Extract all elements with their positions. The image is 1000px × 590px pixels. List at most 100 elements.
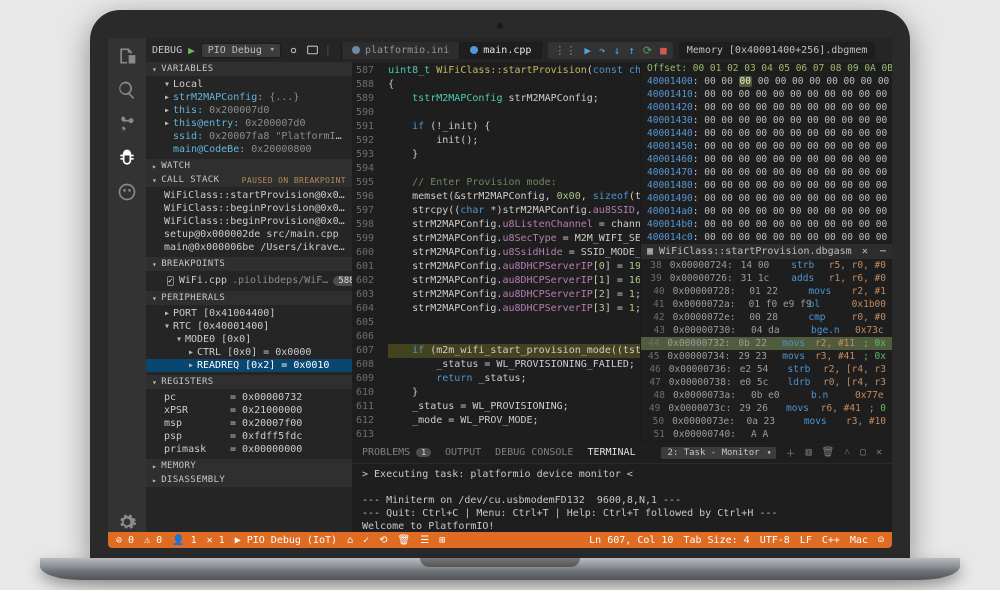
tab-main-cpp[interactable]: main.cpp xyxy=(460,42,542,59)
terminal-max-icon[interactable]: ▢ xyxy=(860,447,866,458)
asm-row: 490x0000073c:29 26movsr6, #41; 0 xyxy=(641,402,892,415)
peripheral-row[interactable]: ▸READREQ [0x2] = 0x0010 xyxy=(146,359,352,372)
peripheral-row[interactable]: ▸CTRL [0x0] = 0x0000 xyxy=(146,346,352,359)
disassembly-view[interactable]: 380x00000724:14 00strbr5, r0, #0390x0000… xyxy=(641,259,892,441)
register-row[interactable]: primask = 0x00000000 xyxy=(146,443,352,456)
status-item[interactable]: 👤 1 xyxy=(172,535,197,546)
peripheral-row[interactable]: ▾MODE0 [0x0] xyxy=(146,333,352,346)
settings-icon[interactable] xyxy=(117,512,137,532)
tab-output[interactable]: OUTPUT xyxy=(445,447,481,458)
step-over-button[interactable]: ↷ xyxy=(599,44,606,57)
variable-row[interactable]: ▸this@entry: 0x200007d0 xyxy=(146,117,352,130)
terminal-dropdown[interactable]: 2: Task - Monitor xyxy=(661,447,775,459)
status-item[interactable]: ⊘ 0 xyxy=(116,535,134,546)
memory-row: 40001400: 00 00 00 00 00 00 00 00 00 00 … xyxy=(641,75,892,88)
terminal-up-icon[interactable]: ˄ xyxy=(844,447,850,458)
disassembly-header[interactable]: ▸DISASSEMBLY xyxy=(146,473,352,487)
continue-button[interactable]: ▶ xyxy=(584,44,591,57)
status-item[interactable]: LF xyxy=(800,535,812,546)
tab-terminal[interactable]: TERMINAL xyxy=(587,447,635,458)
mode-label: DEBUG xyxy=(152,45,182,56)
watch-header[interactable]: ▸WATCH xyxy=(146,159,352,173)
status-item[interactable]: Mac xyxy=(850,535,868,546)
status-item[interactable]: Ln 607, Col 10 xyxy=(589,535,673,546)
search-icon[interactable] xyxy=(117,80,137,100)
tab-debug-console[interactable]: DEBUG CONSOLE xyxy=(495,447,573,458)
callstack-row[interactable]: WiFiClass::startProvision@0x000007… xyxy=(146,189,352,202)
callstack-row[interactable]: WiFiClass::beginProvision@0x000000… xyxy=(146,202,352,215)
register-row[interactable]: xPSR = 0x21000000 xyxy=(146,404,352,417)
asm-row: 470x00000738:e0 5cldrbr0, [r4, r3 xyxy=(641,376,892,389)
checkbox[interactable]: ✓ xyxy=(167,276,174,286)
asm-row: 390x00000726:31 1caddsr1, r6, #0 xyxy=(641,272,892,285)
scm-icon[interactable] xyxy=(117,114,137,134)
console-icon[interactable] xyxy=(306,44,319,57)
status-item[interactable]: C++ xyxy=(822,535,840,546)
local-header[interactable]: ▾Local xyxy=(146,78,352,91)
step-out-button[interactable]: ↑ xyxy=(628,44,635,57)
status-item[interactable]: ⟲ xyxy=(379,535,387,546)
status-item[interactable]: ⊞ xyxy=(439,535,445,546)
variable-row[interactable]: ▸this: 0x200007d0 xyxy=(146,104,352,117)
variables-header[interactable]: ▾VARIABLES xyxy=(146,62,352,76)
terminal-trash-icon[interactable]: 🗑 xyxy=(822,447,835,458)
callstack-row[interactable]: WiFiClass::beginProvision@0x000000… xyxy=(146,215,352,228)
files-icon[interactable] xyxy=(117,46,137,66)
stop-button[interactable]: ■ xyxy=(660,44,667,57)
memory-row: 400014a0: 00 00 00 00 00 00 00 00 00 00 … xyxy=(641,205,892,218)
peripheral-row[interactable]: ▾RTC [0x40001400] xyxy=(146,320,352,333)
restart-button[interactable]: ⟳ xyxy=(643,44,652,57)
status-item[interactable]: ✕ 1 xyxy=(207,535,225,546)
status-item[interactable]: Tab Size: 4 xyxy=(683,535,749,546)
debug-icon[interactable] xyxy=(117,148,137,168)
debug-controls: ⋮⋮ ▶ ↷ ↓ ↑ ⟳ ■ xyxy=(548,42,672,59)
asm-row: 500x0000073e:0a 23movsr3, #10 xyxy=(641,415,892,428)
terminal-close-icon[interactable]: ✕ xyxy=(876,447,882,458)
callstack-header[interactable]: ▾CALL STACKPAUSED ON BREAKPOINT xyxy=(146,173,352,187)
terminal-split-icon[interactable]: ▥ xyxy=(806,447,812,458)
gear-icon[interactable] xyxy=(287,44,300,57)
memory-row: 40001420: 00 00 00 00 00 00 00 00 00 00 … xyxy=(641,101,892,114)
asm-row: 440x00000732:0b 22movsr2, #11; 0x xyxy=(641,337,892,350)
status-item[interactable]: 🗑 xyxy=(398,535,411,546)
memory-header[interactable]: ▸MEMORY xyxy=(146,459,352,473)
peripheral-row[interactable]: ▸PORT [0x41004400] xyxy=(146,307,352,320)
registers-header[interactable]: ▾REGISTERS xyxy=(146,375,352,389)
asm-row: 480x0000073a:0b e0b.n0x77e xyxy=(641,389,892,402)
status-item[interactable]: ☺ xyxy=(878,535,884,546)
top-bar: DEBUG ▶ PIO Debug | platformio.ini main.… xyxy=(146,38,892,62)
variable-row[interactable]: main@CodeBe: 0x20000800 xyxy=(146,143,352,156)
callstack-row[interactable]: setup@0x000002de src/main.cpp xyxy=(146,228,352,241)
terminal-add-icon[interactable]: ＋ xyxy=(786,445,796,460)
step-into-button[interactable]: ↓ xyxy=(614,44,621,57)
callstack-row[interactable]: main@0x000006be /Users/ikravets… xyxy=(146,241,352,254)
memory-view[interactable]: Offset: 00 01 02 03 04 05 06 07 08 09 0A… xyxy=(641,62,892,244)
status-item[interactable]: ⌂ xyxy=(347,535,353,546)
register-row[interactable]: msp = 0x20007f00 xyxy=(146,417,352,430)
status-item[interactable]: ⚠ 0 xyxy=(144,535,162,546)
status-item[interactable]: UTF-8 xyxy=(760,535,790,546)
variable-row[interactable]: ▸strM2MAPConfig: {...} xyxy=(146,91,352,104)
code-editor[interactable]: 5875885895905915925935945955965975985996… xyxy=(352,62,640,441)
asm-row: 460x00000736:e2 54strbr2, [r4, r3 xyxy=(641,363,892,376)
status-item[interactable]: ☰ xyxy=(420,535,429,546)
asm-tab[interactable]: ▦WiFiClass::startProvision.dbgasm✕ ⋯ xyxy=(641,244,892,259)
start-debug-button[interactable]: ▶ xyxy=(188,44,195,57)
variable-row[interactable]: ssid: 0x20007fa8 "PlatformIO-31…" xyxy=(146,130,352,143)
memory-tab[interactable]: Memory [0x40001400+256].dbgmem xyxy=(679,42,876,59)
tab-problems[interactable]: PROBLEMS 1 xyxy=(362,447,431,458)
breakpoint-row[interactable]: ✓ WiFi.cpp .piolibdeps/WiF… 588 xyxy=(146,273,352,288)
breakpoints-header[interactable]: ▾BREAKPOINTS xyxy=(146,257,352,271)
pio-icon[interactable] xyxy=(117,182,137,202)
tab-platformio-ini[interactable]: platformio.ini xyxy=(342,42,460,59)
status-item[interactable]: ✓ xyxy=(363,535,369,546)
asm-row: 430x00000730:04 dabge.n0x73c xyxy=(641,324,892,337)
config-dropdown[interactable]: PIO Debug xyxy=(201,43,281,58)
memory-row: 40001450: 00 00 00 00 00 00 00 00 00 00 … xyxy=(641,140,892,153)
drag-handle-icon[interactable]: ⋮⋮ xyxy=(554,44,576,57)
register-row[interactable]: pc = 0x00000732 xyxy=(146,391,352,404)
register-row[interactable]: psp = 0xfdff5fdc xyxy=(146,430,352,443)
peripherals-header[interactable]: ▾PERIPHERALS xyxy=(146,291,352,305)
memory-row: 400014b0: 00 00 00 00 00 00 00 00 00 00 … xyxy=(641,218,892,231)
status-item[interactable]: ▶ PIO Debug (IoT) xyxy=(235,535,337,546)
